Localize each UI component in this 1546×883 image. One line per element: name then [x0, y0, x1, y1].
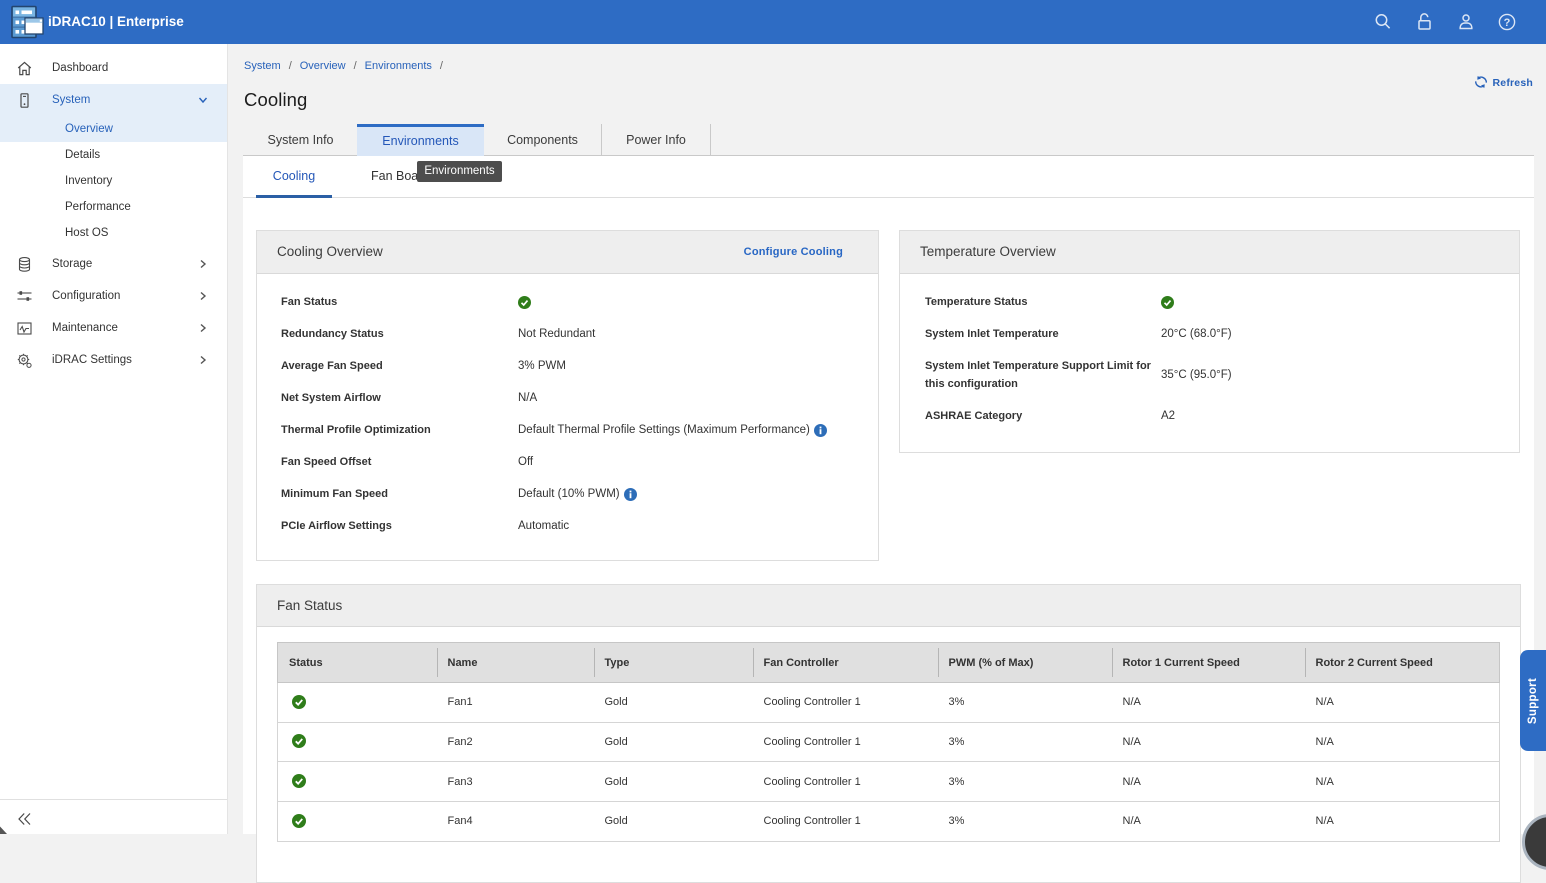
svg-text:?: ?	[1504, 17, 1511, 29]
